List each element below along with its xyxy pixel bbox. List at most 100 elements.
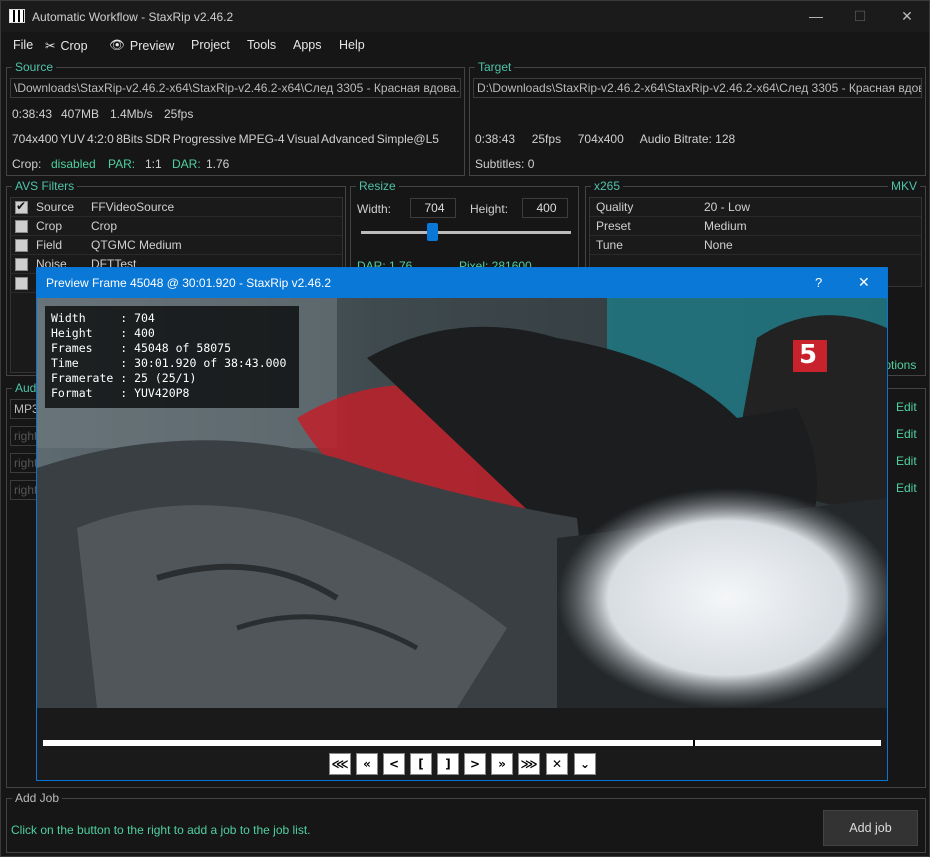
big-back-button[interactable]: « bbox=[356, 753, 378, 775]
preview-close-button[interactable]: ✕ bbox=[858, 274, 870, 291]
window-title: Automatic Workflow - StaxRip v2.46.2 bbox=[32, 10, 234, 24]
menu-preview-label: Preview bbox=[129, 38, 175, 53]
preview-window: Preview Frame 45048 @ 30:01.920 - StaxRi… bbox=[36, 267, 888, 781]
encoder-row[interactable]: Preset Medium bbox=[590, 217, 921, 236]
container-label[interactable]: MKV bbox=[887, 179, 920, 193]
set-end-button[interactable]: ] bbox=[437, 753, 459, 775]
encoder-row[interactable]: Tune None bbox=[590, 236, 921, 255]
preview-title-bar: Preview Frame 45048 @ 30:01.920 - StaxRi… bbox=[37, 268, 887, 298]
last-frame-button[interactable]: ⋙ bbox=[518, 753, 540, 775]
target-label: Target bbox=[475, 60, 515, 74]
filter-value: Crop bbox=[91, 219, 118, 233]
add-job-button[interactable]: Add job bbox=[823, 810, 918, 846]
filter-checkbox[interactable] bbox=[15, 199, 28, 214]
menu-apps[interactable]: Apps bbox=[293, 38, 322, 52]
filter-value: FFVideoSource bbox=[91, 200, 175, 214]
delete-range-button[interactable]: ✕ bbox=[546, 753, 568, 775]
filter-value: QTGMC Medium bbox=[91, 238, 182, 252]
menu-project[interactable]: Project bbox=[191, 38, 230, 52]
addjob-hint: Click on the button to the right to add … bbox=[11, 823, 311, 837]
resize-slider-thumb[interactable] bbox=[427, 223, 438, 241]
par-value: 1:1 bbox=[145, 157, 162, 171]
close-button[interactable]: ✕ bbox=[897, 7, 917, 25]
addjob-label: Add Job bbox=[12, 791, 63, 805]
menu-crop-label: Crop bbox=[60, 38, 88, 53]
channel-logo: 5 bbox=[799, 340, 818, 370]
eye-icon: 👁 bbox=[109, 38, 125, 52]
dar-label: DAR: bbox=[172, 157, 201, 171]
seek-position-marker bbox=[692, 740, 695, 746]
filter-checkbox[interactable] bbox=[15, 277, 28, 290]
filter-row[interactable]: Crop Crop bbox=[11, 217, 342, 236]
source-duration: 0:38:43 bbox=[12, 107, 53, 121]
main-window: Automatic Workflow - StaxRip v2.46.2 — ☐… bbox=[0, 0, 930, 857]
source-group: Source \Downloads\StaxRip-v2.46.2-x64\St… bbox=[6, 60, 465, 176]
next-frame-button[interactable]: > bbox=[464, 753, 486, 775]
resize-slider-track[interactable] bbox=[361, 231, 571, 234]
menu-crop[interactable]: ✂ Crop bbox=[45, 38, 88, 54]
audio-edit-link[interactable]: Edit bbox=[896, 454, 917, 468]
title-bar: Automatic Workflow - StaxRip v2.46.2 — ☐… bbox=[1, 1, 929, 32]
target-path-field[interactable]: D:\Downloads\StaxRip-v2.46.2-x64\StaxRip… bbox=[473, 78, 922, 98]
frame-info-overlay: Width : 704 Height : 400 Frames : 45048 … bbox=[45, 306, 299, 408]
audio-edit-link[interactable]: Edit bbox=[896, 400, 917, 414]
seek-bar[interactable] bbox=[43, 740, 881, 746]
encoder-row[interactable]: Quality 20 - Low bbox=[590, 198, 921, 217]
target-info: 0:38:43 25fps 704x400 Audio Bitrate: 128 bbox=[475, 132, 736, 146]
addjob-group: Add Job Click on the button to the right… bbox=[6, 791, 926, 853]
filter-row[interactable]: Source FFVideoSource bbox=[11, 198, 342, 217]
encoder-option-name: Preset bbox=[596, 219, 631, 233]
maximize-button[interactable]: ☐ bbox=[850, 7, 870, 25]
encoder-option-value: Medium bbox=[704, 219, 747, 233]
preview-title: Preview Frame 45048 @ 30:01.920 - StaxRi… bbox=[46, 276, 331, 290]
set-start-button[interactable]: [ bbox=[410, 753, 432, 775]
source-fps: 25fps bbox=[164, 107, 194, 121]
menu-file[interactable]: File bbox=[13, 38, 33, 52]
filter-name: Crop bbox=[36, 219, 63, 233]
source-format: 704x400 YUV 4:2:0 8Bits SDR Progressive … bbox=[12, 132, 439, 146]
menu-preview[interactable]: 👁 Preview bbox=[109, 38, 174, 53]
minimize-button[interactable]: — bbox=[806, 7, 826, 25]
encoder-option-name: Quality bbox=[596, 200, 634, 214]
height-label: Height: bbox=[470, 202, 509, 216]
height-input[interactable]: 400 bbox=[522, 198, 568, 218]
audio-edit-link[interactable]: Edit bbox=[896, 427, 917, 441]
dar-value: 1.76 bbox=[206, 157, 230, 171]
filters-label: AVS Filters bbox=[12, 179, 78, 193]
encoder-option-value: None bbox=[704, 238, 733, 252]
crop-value[interactable]: disabled bbox=[51, 157, 96, 171]
source-path-field[interactable]: \Downloads\StaxRip-v2.46.2-x64\StaxRip-v… bbox=[10, 78, 461, 98]
prev-frame-button[interactable]: < bbox=[383, 753, 405, 775]
menu-tools[interactable]: Tools bbox=[247, 38, 276, 52]
preview-help-button[interactable]: ? bbox=[815, 275, 822, 290]
encoder-label: x265 bbox=[591, 179, 624, 193]
target-subtitles: Subtitles: 0 bbox=[475, 157, 535, 171]
clapperboard-icon bbox=[9, 9, 25, 23]
resize-group: Resize Width: 704 Height: 400 DAR: 1.76 … bbox=[350, 179, 579, 276]
encoder-option-value: 20 - Low bbox=[704, 200, 751, 214]
big-forward-button[interactable]: » bbox=[491, 753, 513, 775]
source-bitrate: 1.4Mb/s bbox=[110, 107, 153, 121]
filter-checkbox[interactable] bbox=[15, 258, 28, 271]
target-group: Target D:\Downloads\StaxRip-v2.46.2-x64\… bbox=[469, 60, 926, 176]
audio-edit-link[interactable]: Edit bbox=[896, 481, 917, 495]
scissors-icon: ✂ bbox=[45, 39, 56, 53]
width-label: Width: bbox=[357, 202, 392, 216]
preview-menu-button[interactable]: ⌄ bbox=[574, 753, 596, 775]
par-label: PAR: bbox=[108, 157, 136, 171]
first-frame-button[interactable]: ⋘ bbox=[329, 753, 351, 775]
source-label: Source bbox=[12, 60, 57, 74]
encoder-option-name: Tune bbox=[596, 238, 623, 252]
filter-checkbox[interactable] bbox=[15, 239, 28, 252]
menu-bar: File ✂ Crop 👁 Preview Project Tools Apps H… bbox=[1, 34, 929, 58]
filter-name: Source bbox=[36, 200, 75, 214]
resize-label: Resize bbox=[356, 179, 399, 193]
filter-name: Field bbox=[36, 238, 63, 252]
filter-checkbox[interactable] bbox=[15, 220, 28, 233]
video-frame[interactable]: 5 Width : 704 Height : 400 Frames : 4504… bbox=[37, 298, 887, 708]
width-input[interactable]: 704 bbox=[410, 198, 456, 218]
crop-label: Crop: bbox=[12, 157, 42, 171]
menu-help[interactable]: Help bbox=[339, 38, 365, 52]
source-size: 407MB bbox=[61, 107, 100, 121]
filter-row[interactable]: Field QTGMC Medium bbox=[11, 236, 342, 255]
